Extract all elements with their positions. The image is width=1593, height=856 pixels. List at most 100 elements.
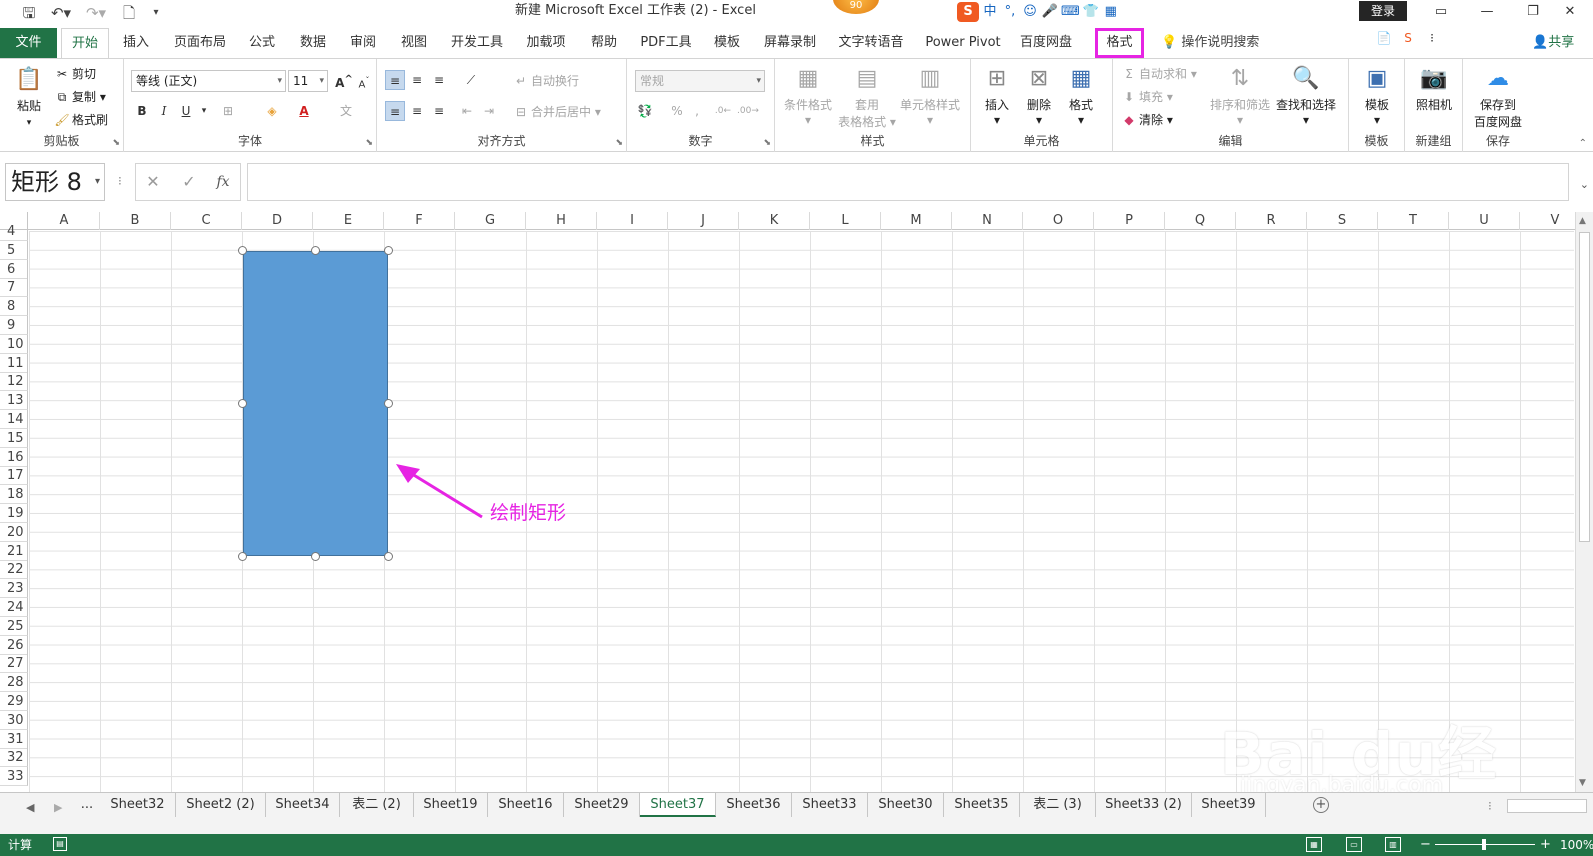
sheet-tab[interactable]: Sheet30: [868, 793, 944, 817]
increase-indent-icon[interactable]: ⇥: [479, 101, 499, 121]
comma-button[interactable]: ,: [687, 101, 707, 121]
tab-formulas[interactable]: 公式: [240, 28, 284, 58]
increase-decimal-icon[interactable]: .0←: [713, 101, 733, 121]
tab-help[interactable]: 帮助: [582, 28, 626, 58]
share-button[interactable]: 👤共享: [1532, 28, 1574, 58]
save-to-netdisk-button[interactable]: ☁ 保存到 百度网盘: [1469, 64, 1527, 130]
dialog-launcher-icon[interactable]: ⬊: [615, 138, 623, 148]
sogou-icon[interactable]: S: [957, 2, 979, 22]
fill-button[interactable]: ⬇ 填充 ▾: [1121, 88, 1173, 105]
row-header[interactable]: 7: [0, 278, 28, 298]
row-header[interactable]: 11: [0, 353, 28, 373]
sheet-tab[interactable]: Sheet36: [716, 793, 792, 817]
delete-cells-button[interactable]: ⊠ 删除 ▾: [1019, 64, 1059, 127]
row-header[interactable]: 27: [0, 654, 28, 674]
resize-handle-right[interactable]: [384, 399, 393, 408]
percent-button[interactable]: %: [667, 101, 687, 121]
macro-recording-icon[interactable]: ▤: [53, 837, 67, 851]
tab-screen-recording[interactable]: 屏幕录制: [757, 28, 823, 58]
align-left-icon[interactable]: ≡: [385, 101, 405, 121]
decrease-indent-icon[interactable]: ⇤: [457, 101, 477, 121]
column-header[interactable]: J: [668, 212, 739, 230]
row-header[interactable]: 18: [0, 485, 28, 505]
phonetic-guide-icon[interactable]: 文: [336, 101, 356, 121]
resize-handle-left[interactable]: [238, 399, 247, 408]
row-header[interactable]: 33: [0, 767, 28, 787]
row-header[interactable]: 9: [0, 316, 28, 335]
row-header[interactable]: 5: [0, 240, 28, 260]
tab-text-to-speech[interactable]: 文字转语音: [831, 28, 911, 58]
column-header[interactable]: B: [100, 212, 171, 230]
row-header[interactable]: 29: [0, 692, 28, 711]
column-header[interactable]: L: [810, 212, 881, 230]
row-header[interactable]: 21: [0, 541, 28, 561]
paste-button[interactable]: 📋 粘贴 ▾: [10, 65, 48, 128]
column-header[interactable]: U: [1449, 212, 1520, 230]
column-header[interactable]: G: [455, 212, 526, 230]
tab-power-pivot[interactable]: Power Pivot: [921, 28, 1005, 58]
dialog-launcher-icon[interactable]: ⬊: [763, 138, 771, 148]
more-sheets-ellipsis[interactable]: ...: [74, 793, 100, 817]
column-header[interactable]: F: [384, 212, 455, 230]
font-color-icon[interactable]: A: [294, 101, 314, 121]
print-preview-icon[interactable]: 🗋: [120, 3, 138, 23]
splitter-icon[interactable]: ⁝: [118, 174, 122, 188]
pdf-icon[interactable]: 📄: [1375, 29, 1393, 47]
save-icon[interactable]: 🖫: [20, 3, 38, 23]
resize-handle-bottom[interactable]: [311, 552, 320, 561]
tab-format[interactable]: 格式: [1095, 28, 1144, 58]
scroll-down-icon[interactable]: ▼: [1579, 778, 1586, 788]
scroll-up-icon[interactable]: ▲: [1579, 216, 1586, 226]
sheet-tab[interactable]: Sheet29: [564, 793, 640, 817]
sheet-tab[interactable]: Sheet19: [414, 793, 488, 817]
format-cells-button[interactable]: ▦ 格式 ▾: [1061, 64, 1101, 127]
row-header[interactable]: 19: [0, 504, 28, 523]
autosum-button[interactable]: Σ 自动求和 ▾: [1121, 65, 1197, 82]
cut-button[interactable]: ✂ 剪切: [54, 65, 96, 82]
number-format-combo[interactable]: 常规 ▾: [635, 70, 765, 92]
row-header[interactable]: 28: [0, 673, 28, 693]
row-header[interactable]: 23: [0, 579, 28, 599]
login-button[interactable]: 登录: [1359, 1, 1407, 21]
tab-pdf-tools[interactable]: PDF工具: [634, 28, 698, 58]
format-painter-button[interactable]: 🖌 格式刷: [54, 111, 108, 128]
sheet-tab[interactable]: Sheet32: [100, 793, 176, 817]
row-header[interactable]: 10: [0, 334, 28, 354]
add-sheet-icon[interactable]: +: [1313, 797, 1329, 813]
sheet-tab[interactable]: Sheet33 (2): [1096, 793, 1192, 817]
row-header[interactable]: 4: [0, 222, 28, 241]
formula-input[interactable]: [247, 163, 1569, 201]
dialog-launcher-icon[interactable]: ⬊: [112, 138, 120, 148]
row-header[interactable]: 20: [0, 522, 28, 542]
close-icon[interactable]: ✕: [1547, 0, 1593, 24]
column-header[interactable]: P: [1094, 212, 1165, 230]
font-name-combo[interactable]: 等线 (正文) ▾: [131, 70, 286, 92]
sort-filter-button[interactable]: ⇅ 排序和筛选 ▾: [1209, 64, 1271, 127]
sheet-tab[interactable]: Sheet34: [266, 793, 340, 817]
tab-file[interactable]: 文件: [0, 28, 57, 58]
ime-chinese-icon[interactable]: 中: [981, 2, 999, 22]
scroll-thumb[interactable]: [1579, 232, 1590, 542]
row-header[interactable]: 25: [0, 616, 28, 636]
row-header[interactable]: 26: [0, 635, 28, 655]
column-header[interactable]: A: [29, 212, 100, 230]
undo-icon[interactable]: ↶▾: [48, 3, 74, 23]
sheet-tab[interactable]: Sheet2 (2): [176, 793, 266, 817]
page-break-view-icon[interactable]: ▥: [1385, 837, 1401, 852]
more-options-icon[interactable]: ⁝: [1423, 29, 1441, 47]
tab-add-ins[interactable]: 加载项: [518, 28, 574, 58]
sheet-tab[interactable]: Sheet33: [792, 793, 868, 817]
splitter-icon[interactable]: ⁝: [1488, 799, 1492, 813]
tab-scroll-left-icon[interactable]: ◀: [26, 801, 34, 814]
page-layout-view-icon[interactable]: ▭: [1346, 837, 1362, 852]
column-header[interactable]: T: [1378, 212, 1449, 230]
column-header[interactable]: C: [171, 212, 242, 230]
tab-insert[interactable]: 插入: [114, 28, 158, 58]
column-header[interactable]: I: [597, 212, 668, 230]
bold-button[interactable]: B: [132, 101, 152, 121]
tab-page-layout[interactable]: 页面布局: [168, 28, 232, 58]
grow-font-button[interactable]: A^: [334, 70, 354, 90]
row-header[interactable]: 6: [0, 259, 28, 279]
merge-center-button[interactable]: ⊟ 合并后居中 ▾: [513, 103, 601, 120]
normal-view-icon[interactable]: ▦: [1306, 837, 1322, 852]
